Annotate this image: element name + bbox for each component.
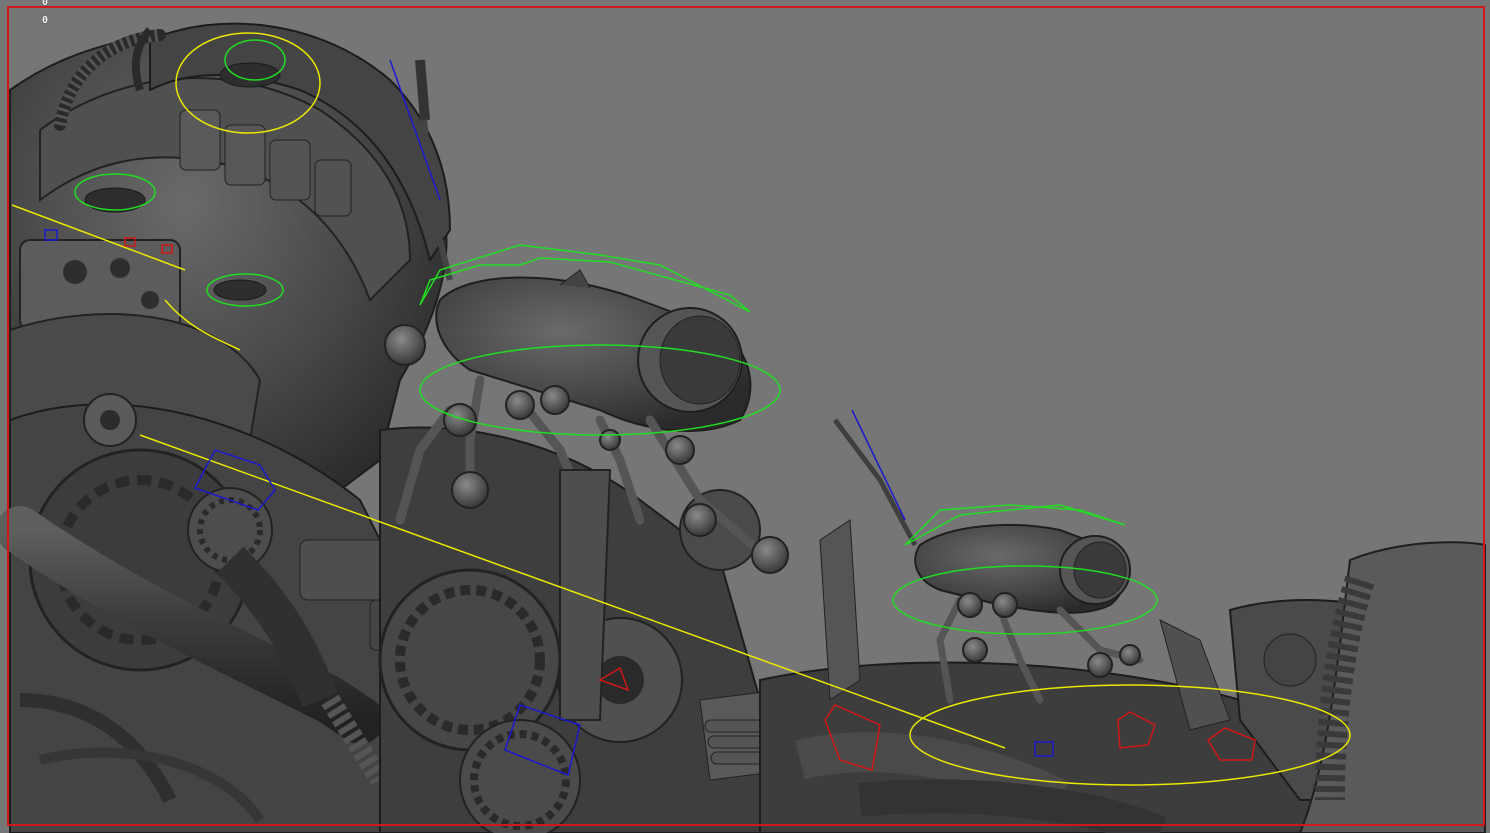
hud-readout-1: 0	[42, 0, 49, 8]
hud-readout-2: 0	[42, 15, 49, 26]
3d-viewport[interactable]: 0 0	[0, 0, 1490, 833]
scene-geometry[interactable]	[0, 0, 1490, 833]
spider-bot-small[interactable]	[833, 418, 1144, 704]
